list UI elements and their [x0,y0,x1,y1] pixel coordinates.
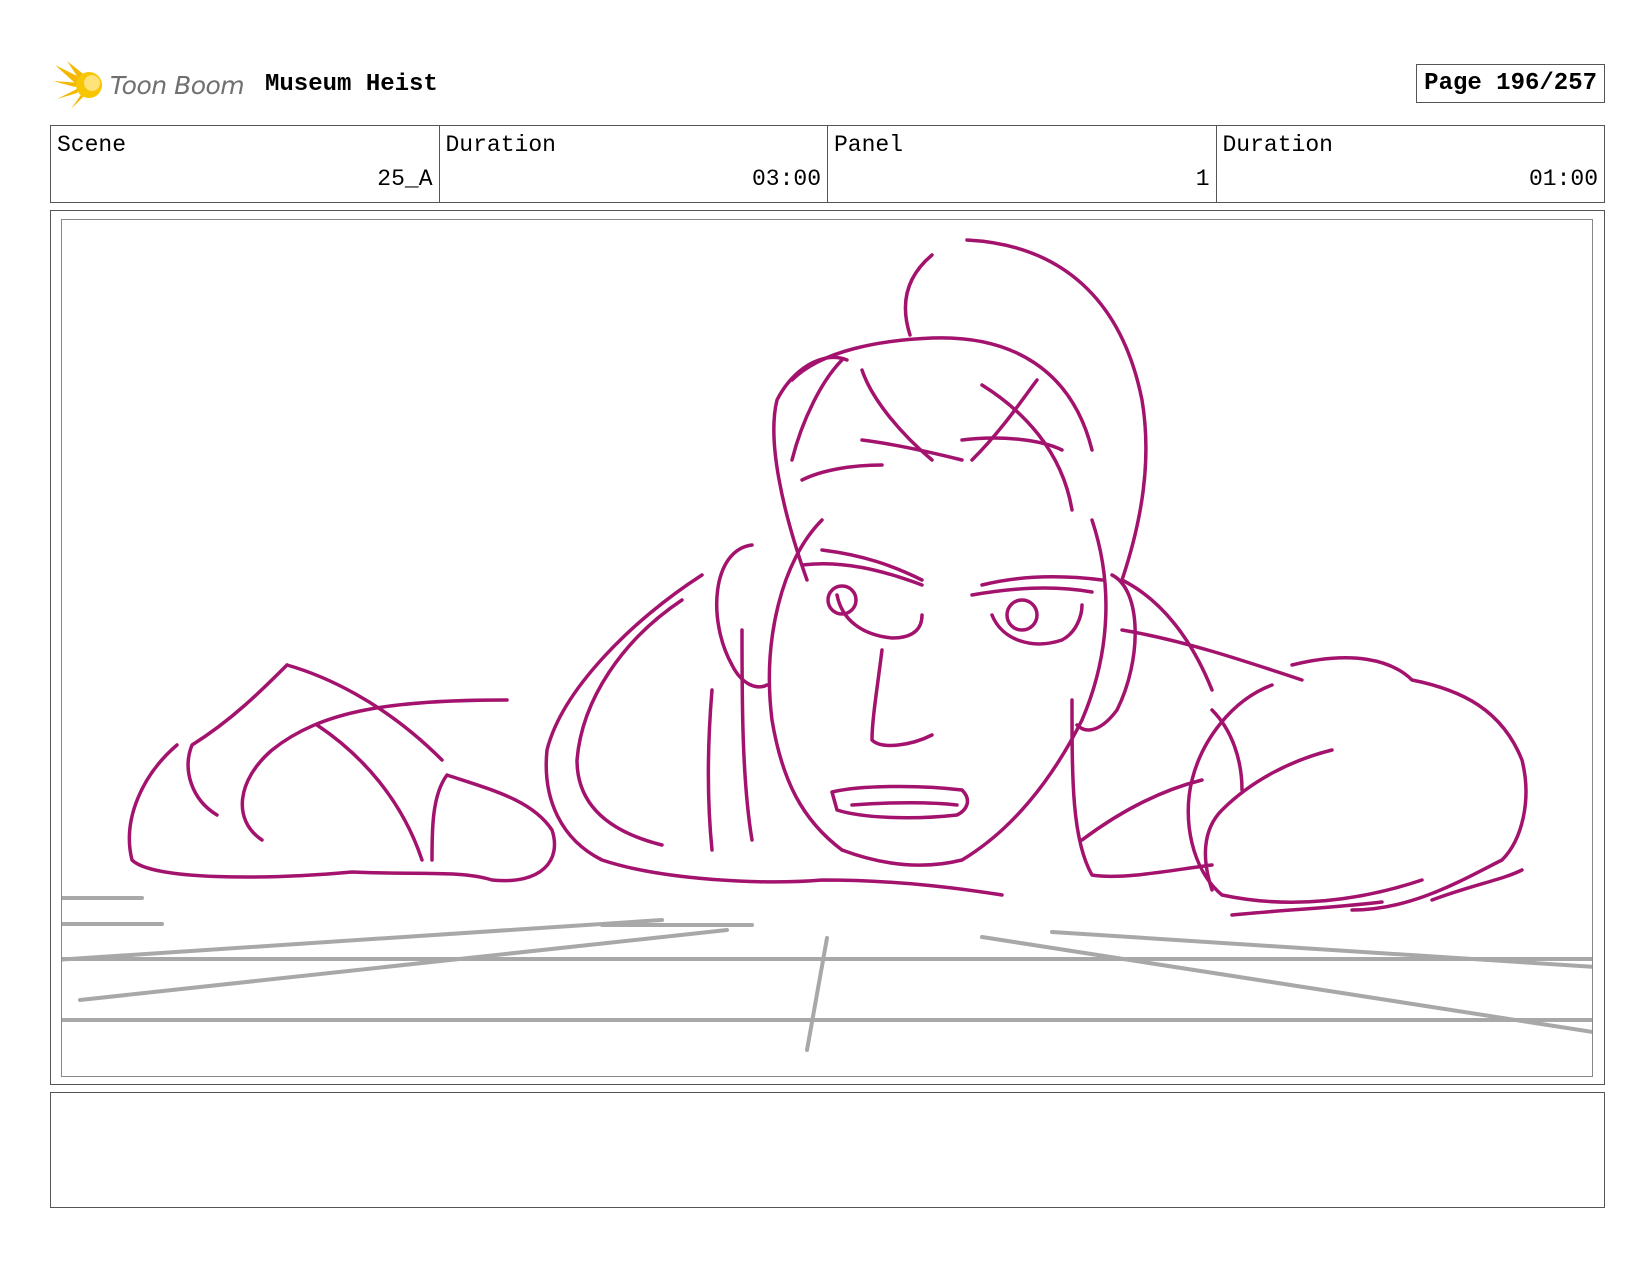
scene-duration-label: Duration [445,132,556,158]
project-title: Museum Heist [265,71,438,98]
scene-info-table: Scene 25_A Duration 03:00 Panel 1 Durati… [50,125,1605,203]
panel-value: 1 [1195,166,1210,192]
panel-image-area [61,219,1593,1077]
character-sketch [127,238,1528,917]
panel-notes-box [50,1092,1605,1208]
panel-label: Panel [834,132,904,158]
starburst-icon [53,61,102,109]
panel-duration-value: 01:00 [1528,166,1598,192]
scene-value: 25_A [377,166,433,192]
scene-label: Scene [57,132,127,158]
panel-duration-label: Duration [1222,132,1333,158]
scene-duration-cell: Duration 03:00 [440,126,828,202]
logo-text: Toon Boom [110,71,245,100]
perspective-guides [62,896,1592,1052]
panel-frame [50,210,1605,1085]
storyboard-sketch [62,238,1592,1052]
panel-duration-cell: Duration 01:00 [1217,126,1605,202]
scene-cell: Scene 25_A [51,126,440,202]
toon-boom-logo: Toon Boom [53,59,253,111]
panel-cell: Panel 1 [828,126,1217,202]
page-number: Page 196/257 [1416,64,1605,103]
scene-duration-value: 03:00 [751,166,821,192]
page-header: Toon Boom Museum Heist Page 196/257 [50,55,1605,115]
